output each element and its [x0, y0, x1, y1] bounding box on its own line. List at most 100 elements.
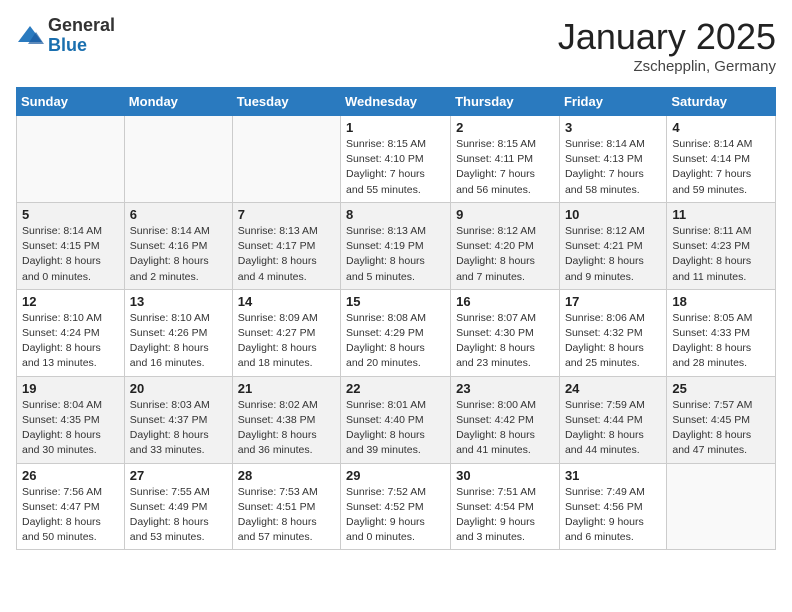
day-info: Sunrise: 8:10 AM Sunset: 4:26 PM Dayligh… — [130, 311, 227, 372]
day-info: Sunrise: 7:55 AM Sunset: 4:49 PM Dayligh… — [130, 485, 227, 546]
calendar-cell: 29Sunrise: 7:52 AM Sunset: 4:52 PM Dayli… — [341, 463, 451, 550]
header-row: SundayMondayTuesdayWednesdayThursdayFrid… — [17, 88, 776, 116]
calendar-cell: 16 Sunrise: 8:07 AM Sunset: 4:30 PM Dayli… — [451, 289, 560, 376]
day-info: Sunrise: 7:51 AM Sunset: 4:54 PM Dayligh… — [456, 485, 554, 546]
day-info: Sunrise: 8:13 AM Sunset: 4:19 PM Dayligh… — [346, 224, 445, 285]
day-number: 27 — [130, 468, 227, 483]
day-info: Sunrise: 8:00 AM Sunset: 4:42 PM Dayligh… — [456, 398, 554, 459]
day-number: 7 — [238, 207, 335, 222]
calendar-week-row: 19 Sunrise: 8:04 AM Sunset: 4:35 PM Dayli… — [17, 376, 776, 463]
calendar-cell: 7 Sunrise: 8:13 AM Sunset: 4:17 PM Daylig… — [232, 202, 340, 289]
day-info: Sunrise: 8:13 AM Sunset: 4:17 PM Dayligh… — [238, 224, 335, 285]
calendar-cell: 30 Sunrise: 7:51 AM Sunset: 4:54 PM Dayli… — [451, 463, 560, 550]
day-number: 10 — [565, 207, 661, 222]
calendar-cell: 11 Sunrise: 8:11 AM Sunset: 4:23 PM Dayli… — [667, 202, 776, 289]
calendar-week-row: 26Sunrise: 7:56 AM Sunset: 4:47 PM Dayli… — [17, 463, 776, 550]
calendar-week-row: 1 Sunrise: 8:15 AM Sunset: 4:10 PM Daylig… — [17, 116, 776, 203]
calendar-cell: 28Sunrise: 7:53 AM Sunset: 4:51 PM Dayli… — [232, 463, 340, 550]
day-info: Sunrise: 8:05 AM Sunset: 4:33 PM Dayligh… — [672, 311, 770, 372]
calendar-cell: 12Sunrise: 8:10 AM Sunset: 4:24 PM Dayli… — [17, 289, 125, 376]
header-day-friday: Friday — [559, 88, 666, 116]
day-number: 8 — [346, 207, 445, 222]
calendar-cell: 9 Sunrise: 8:12 AM Sunset: 4:20 PM Daylig… — [451, 202, 560, 289]
logo-general-label: General — [48, 16, 115, 36]
day-number: 25 — [672, 381, 770, 396]
calendar-cell: 8 Sunrise: 8:13 AM Sunset: 4:19 PM Daylig… — [341, 202, 451, 289]
calendar-cell: 22 Sunrise: 8:01 AM Sunset: 4:40 PM Dayli… — [341, 376, 451, 463]
calendar-cell: 10 Sunrise: 8:12 AM Sunset: 4:21 PM Dayli… — [559, 202, 666, 289]
calendar-week-row: 12Sunrise: 8:10 AM Sunset: 4:24 PM Dayli… — [17, 289, 776, 376]
day-number: 3 — [565, 120, 661, 135]
calendar-cell: 20Sunrise: 8:03 AM Sunset: 4:37 PM Dayli… — [124, 376, 232, 463]
day-number: 30 — [456, 468, 554, 483]
day-info: Sunrise: 8:11 AM Sunset: 4:23 PM Dayligh… — [672, 224, 770, 285]
day-number: 6 — [130, 207, 227, 222]
calendar-table: SundayMondayTuesdayWednesdayThursdayFrid… — [16, 87, 776, 550]
day-number: 9 — [456, 207, 554, 222]
day-info: Sunrise: 8:01 AM Sunset: 4:40 PM Dayligh… — [346, 398, 445, 459]
calendar-cell: 14Sunrise: 8:09 AM Sunset: 4:27 PM Dayli… — [232, 289, 340, 376]
day-number: 17 — [565, 294, 661, 309]
calendar-cell: 2 Sunrise: 8:15 AM Sunset: 4:11 PM Daylig… — [451, 116, 560, 203]
day-info: Sunrise: 8:15 AM Sunset: 4:11 PM Dayligh… — [456, 137, 554, 198]
logo: General Blue — [16, 16, 115, 56]
day-info: Sunrise: 7:52 AM Sunset: 4:52 PM Dayligh… — [346, 485, 445, 546]
day-number: 21 — [238, 381, 335, 396]
day-number: 4 — [672, 120, 770, 135]
header-day-wednesday: Wednesday — [341, 88, 451, 116]
calendar-cell: 15 Sunrise: 8:08 AM Sunset: 4:29 PM Dayli… — [341, 289, 451, 376]
day-number: 22 — [346, 381, 445, 396]
header-day-sunday: Sunday — [17, 88, 125, 116]
day-number: 13 — [130, 294, 227, 309]
day-info: Sunrise: 8:07 AM Sunset: 4:30 PM Dayligh… — [456, 311, 554, 372]
day-info: Sunrise: 8:08 AM Sunset: 4:29 PM Dayligh… — [346, 311, 445, 372]
month-title: January 2025 — [558, 16, 776, 58]
day-number: 19 — [22, 381, 119, 396]
day-info: Sunrise: 7:53 AM Sunset: 4:51 PM Dayligh… — [238, 485, 335, 546]
calendar-cell: 18 Sunrise: 8:05 AM Sunset: 4:33 PM Dayli… — [667, 289, 776, 376]
day-number: 16 — [456, 294, 554, 309]
day-info: Sunrise: 8:14 AM Sunset: 4:15 PM Dayligh… — [22, 224, 119, 285]
calendar-cell: 25 Sunrise: 7:57 AM Sunset: 4:45 PM Dayli… — [667, 376, 776, 463]
calendar-cell: 13 Sunrise: 8:10 AM Sunset: 4:26 PM Dayli… — [124, 289, 232, 376]
day-number: 31 — [565, 468, 661, 483]
day-number: 11 — [672, 207, 770, 222]
day-info: Sunrise: 7:49 AM Sunset: 4:56 PM Dayligh… — [565, 485, 661, 546]
header-day-saturday: Saturday — [667, 88, 776, 116]
day-info: Sunrise: 8:04 AM Sunset: 4:35 PM Dayligh… — [22, 398, 119, 459]
day-info: Sunrise: 8:15 AM Sunset: 4:10 PM Dayligh… — [346, 137, 445, 198]
day-info: Sunrise: 8:14 AM Sunset: 4:16 PM Dayligh… — [130, 224, 227, 285]
day-number: 1 — [346, 120, 445, 135]
calendar-cell: 1 Sunrise: 8:15 AM Sunset: 4:10 PM Daylig… — [341, 116, 451, 203]
day-info: Sunrise: 7:59 AM Sunset: 4:44 PM Dayligh… — [565, 398, 661, 459]
header-day-thursday: Thursday — [451, 88, 560, 116]
calendar-week-row: 5Sunrise: 8:14 AM Sunset: 4:15 PM Daylig… — [17, 202, 776, 289]
day-number: 23 — [456, 381, 554, 396]
day-number: 2 — [456, 120, 554, 135]
day-info: Sunrise: 8:12 AM Sunset: 4:21 PM Dayligh… — [565, 224, 661, 285]
day-info: Sunrise: 8:12 AM Sunset: 4:20 PM Dayligh… — [456, 224, 554, 285]
calendar-cell: 4Sunrise: 8:14 AM Sunset: 4:14 PM Daylig… — [667, 116, 776, 203]
calendar-cell: 6 Sunrise: 8:14 AM Sunset: 4:16 PM Daylig… — [124, 202, 232, 289]
header-day-monday: Monday — [124, 88, 232, 116]
calendar-cell: 19 Sunrise: 8:04 AM Sunset: 4:35 PM Dayli… — [17, 376, 125, 463]
day-info: Sunrise: 8:02 AM Sunset: 4:38 PM Dayligh… — [238, 398, 335, 459]
calendar-cell — [124, 116, 232, 203]
title-block: January 2025 Zschepplin, Germany — [558, 16, 776, 75]
calendar-cell — [17, 116, 125, 203]
calendar-cell: 17 Sunrise: 8:06 AM Sunset: 4:32 PM Dayli… — [559, 289, 666, 376]
day-info: Sunrise: 8:14 AM Sunset: 4:13 PM Dayligh… — [565, 137, 661, 198]
day-info: Sunrise: 8:03 AM Sunset: 4:37 PM Dayligh… — [130, 398, 227, 459]
page-header: General Blue January 2025 Zschepplin, Ge… — [16, 16, 776, 75]
day-number: 15 — [346, 294, 445, 309]
day-number: 24 — [565, 381, 661, 396]
day-info: Sunrise: 8:06 AM Sunset: 4:32 PM Dayligh… — [565, 311, 661, 372]
header-day-tuesday: Tuesday — [232, 88, 340, 116]
calendar-cell — [232, 116, 340, 203]
calendar-cell: 31 Sunrise: 7:49 AM Sunset: 4:56 PM Dayli… — [559, 463, 666, 550]
logo-text: General Blue — [48, 16, 115, 56]
location-label: Zschepplin, Germany — [558, 58, 776, 75]
day-number: 18 — [672, 294, 770, 309]
calendar-cell: 3 Sunrise: 8:14 AM Sunset: 4:13 PM Daylig… — [559, 116, 666, 203]
day-info: Sunrise: 7:57 AM Sunset: 4:45 PM Dayligh… — [672, 398, 770, 459]
